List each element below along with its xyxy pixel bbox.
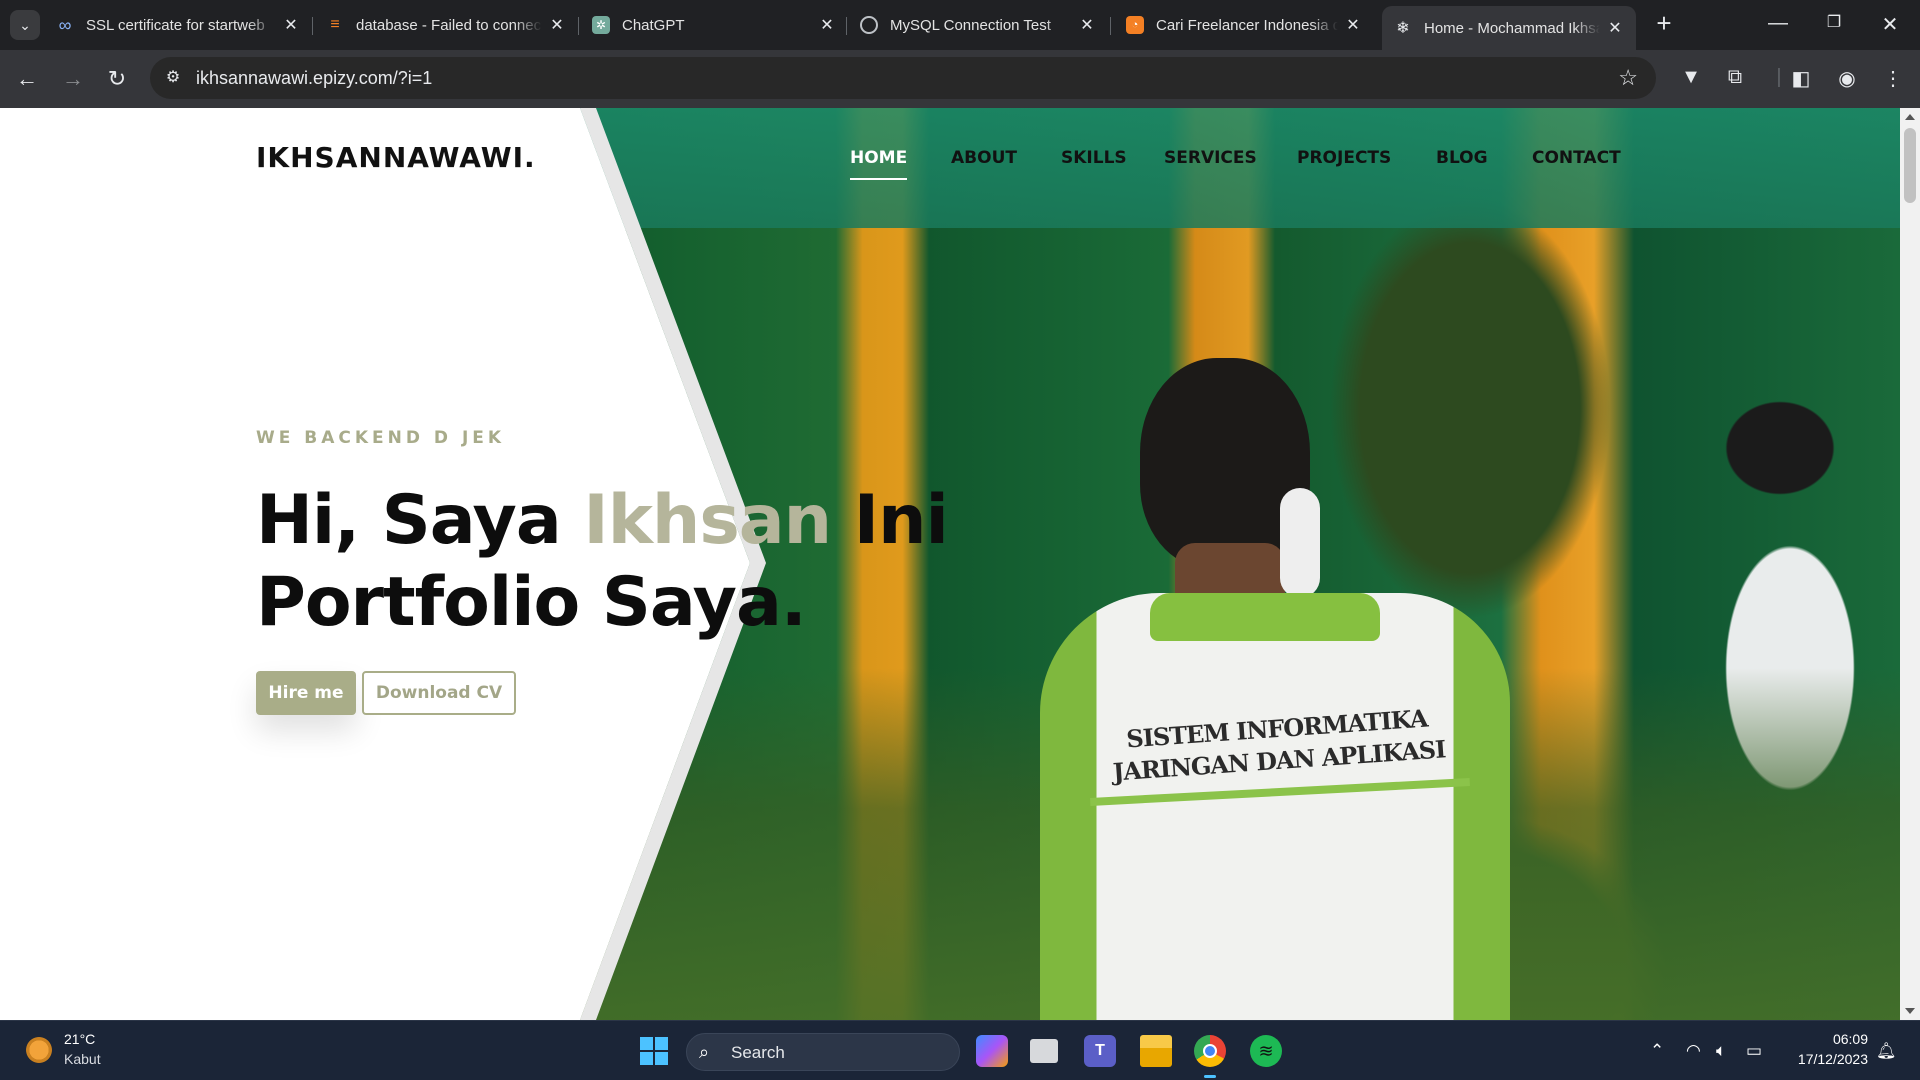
copilot-icon[interactable] [976, 1035, 1008, 1067]
wifi-icon[interactable]: ◠ [1686, 1041, 1701, 1061]
close-icon[interactable]: ✕ [282, 15, 300, 35]
close-icon[interactable]: ✕ [818, 15, 836, 35]
headline-suffix: Ini [831, 481, 949, 560]
more-menu-icon[interactable]: ⋮ [1880, 66, 1906, 91]
infinity-icon: ∞ [58, 14, 72, 35]
minimize-button[interactable]: — [1766, 12, 1790, 35]
tab-title: SSL certificate for startweb [86, 16, 265, 34]
show-hidden-icons-chevron-icon[interactable]: ⌃ [1650, 1041, 1664, 1061]
close-icon[interactable]: ✕ [548, 15, 566, 35]
hire-me-button[interactable]: Hire me [256, 671, 356, 715]
nav-services[interactable]: SERVICES [1164, 148, 1257, 168]
windows-taskbar: 21°C Kabut ⌕ Search T ≋ ⌃ ◠ 🔈︎ ▭ 06:09 1… [0, 1020, 1920, 1080]
tab-cari-freelancer[interactable]: ◔ Cari Freelancer Indonesia dan ✕ [1126, 8, 1362, 42]
tab-title: Cari Freelancer Indonesia dan [1156, 16, 1338, 34]
tab-separator [1110, 17, 1111, 35]
new-tab-button[interactable]: + [1650, 10, 1678, 38]
browser-toolbar: ← → ↻ ⚙ ikhsannawawi.epizy.com/?i=1 ☆ ▼ … [0, 50, 1920, 108]
extensions-puzzle-icon[interactable]: ⧉ [1722, 66, 1748, 89]
hero-photo-roof [570, 108, 1900, 228]
tab-title: ChatGPT [622, 16, 685, 34]
tab-title: MySQL Connection Test [890, 16, 1051, 34]
tab-mysql-connection-test[interactable]: MySQL Connection Test ✕ [860, 8, 1096, 42]
chatgpt-icon: ✲ [592, 16, 610, 34]
scroll-thumb[interactable] [1904, 128, 1916, 203]
close-window-button[interactable]: ✕ [1878, 12, 1902, 37]
tab-ssl-certificate[interactable]: ∞ SSL certificate for startweb ✕ [56, 8, 300, 42]
spotify-icon[interactable]: ≋ [1250, 1035, 1282, 1067]
weather-description[interactable]: Kabut [64, 1051, 101, 1067]
tab-title: database - Failed to connect [356, 16, 542, 34]
nav-skills[interactable]: SKILLS [1061, 148, 1127, 168]
page-viewport: SISTEM INFORMATIKA JARINGAN DAN APLIKASI… [0, 108, 1900, 1020]
tab-chatgpt[interactable]: ✲ ChatGPT ✕ [592, 8, 836, 42]
notification-bell-icon[interactable]: 🔔︎ [1876, 1041, 1896, 1061]
tab-title: Home - Mochammad Ikhsan [1424, 19, 1600, 37]
file-explorer-icon[interactable] [1140, 1035, 1172, 1067]
person-jacket [1040, 593, 1510, 1020]
weather-fog-icon[interactable] [24, 1035, 54, 1065]
person-face-mask [1280, 488, 1320, 598]
tab-separator [846, 17, 847, 35]
hero-eyebrow: WE BACKEND D JEK [256, 428, 506, 448]
volume-icon[interactable]: 🔈︎ [1716, 1041, 1726, 1061]
close-icon[interactable]: ✕ [1344, 15, 1362, 35]
scroll-up-arrow-icon[interactable] [1905, 114, 1915, 120]
chrome-icon[interactable] [1194, 1035, 1226, 1078]
tab-home-mochammad-ikhsan[interactable]: ❄ Home - Mochammad Ikhsan ✕ [1382, 6, 1636, 50]
search-icon: ⌕ [699, 1042, 710, 1062]
bookmark-star-icon[interactable]: ☆ [1618, 65, 1638, 91]
tab-separator [312, 17, 313, 35]
tab-separator [578, 17, 579, 35]
url-text[interactable]: ikhsannawawi.epizy.com/?i=1 [196, 68, 432, 89]
site-info-icon[interactable]: ⚙ [162, 67, 184, 89]
freelancer-icon: ◔ [1126, 16, 1144, 34]
teams-icon[interactable]: T [1084, 1035, 1116, 1067]
side-panel-icon[interactable]: ◧ [1788, 66, 1814, 91]
globe-icon [860, 16, 878, 34]
headline-highlight: Ikhsan [583, 481, 832, 560]
stackoverflow-icon: ≡ [330, 16, 340, 33]
restore-button[interactable]: ❐ [1822, 12, 1846, 32]
chevron-down-icon: ⌄ [19, 16, 31, 33]
browser-tab-bar: ⌄ ∞ SSL certificate for startweb ✕ ≡ dat… [0, 0, 1920, 50]
tab-search-button[interactable]: ⌄ [10, 10, 40, 40]
site-logo[interactable]: IKHSANNAWAWI. [256, 141, 536, 174]
headline-line2: Portfolio Saya. [256, 563, 807, 642]
hero-headline: Hi, Saya Ikhsan Ini Portfolio Saya. [256, 480, 949, 644]
weather-temperature[interactable]: 21°C [64, 1031, 95, 1047]
hero-person-figure: SISTEM INFORMATIKA JARINGAN DAN APLIKASI [1040, 358, 1510, 1020]
task-view-icon[interactable] [1030, 1039, 1058, 1063]
download-cv-button[interactable]: Download CV [362, 671, 516, 715]
person-collar [1150, 593, 1380, 641]
close-icon[interactable]: ✕ [1606, 18, 1624, 38]
reload-button[interactable]: ↻ [104, 66, 130, 92]
back-button[interactable]: ← [14, 66, 40, 92]
nav-about[interactable]: ABOUT [951, 148, 1017, 168]
tab-database-failed[interactable]: ≡ database - Failed to connect ✕ [326, 8, 566, 42]
taskbar-search[interactable]: ⌕ Search [686, 1033, 960, 1071]
close-icon[interactable]: ✕ [1078, 15, 1096, 35]
page-scrollbar[interactable] [1900, 108, 1920, 1020]
forward-button[interactable]: → [60, 66, 86, 92]
profile-avatar-icon[interactable]: ◉ [1834, 66, 1860, 91]
scroll-down-arrow-icon[interactable] [1905, 1008, 1915, 1014]
address-bar[interactable]: ⚙ ikhsannawawi.epizy.com/?i=1 ☆ [150, 57, 1656, 99]
vivaldi-extension-icon[interactable]: ▼ [1678, 66, 1704, 89]
clock-date[interactable]: 17/12/2023 [1786, 1051, 1868, 1067]
battery-icon[interactable]: ▭ [1746, 1041, 1762, 1061]
chrome-center-icon [1203, 1044, 1217, 1058]
nav-home[interactable]: HOME [850, 148, 908, 180]
windows-start-icon[interactable] [640, 1037, 668, 1065]
nav-contact[interactable]: CONTACT [1532, 148, 1621, 168]
search-label: Search [731, 1043, 785, 1062]
headline-prefix: Hi, Saya [256, 481, 584, 560]
nav-projects[interactable]: PROJECTS [1297, 148, 1391, 168]
clock-time[interactable]: 06:09 [1820, 1031, 1868, 1047]
snowflake-icon: ❄ [1396, 20, 1410, 37]
nav-blog[interactable]: BLOG [1436, 148, 1488, 168]
